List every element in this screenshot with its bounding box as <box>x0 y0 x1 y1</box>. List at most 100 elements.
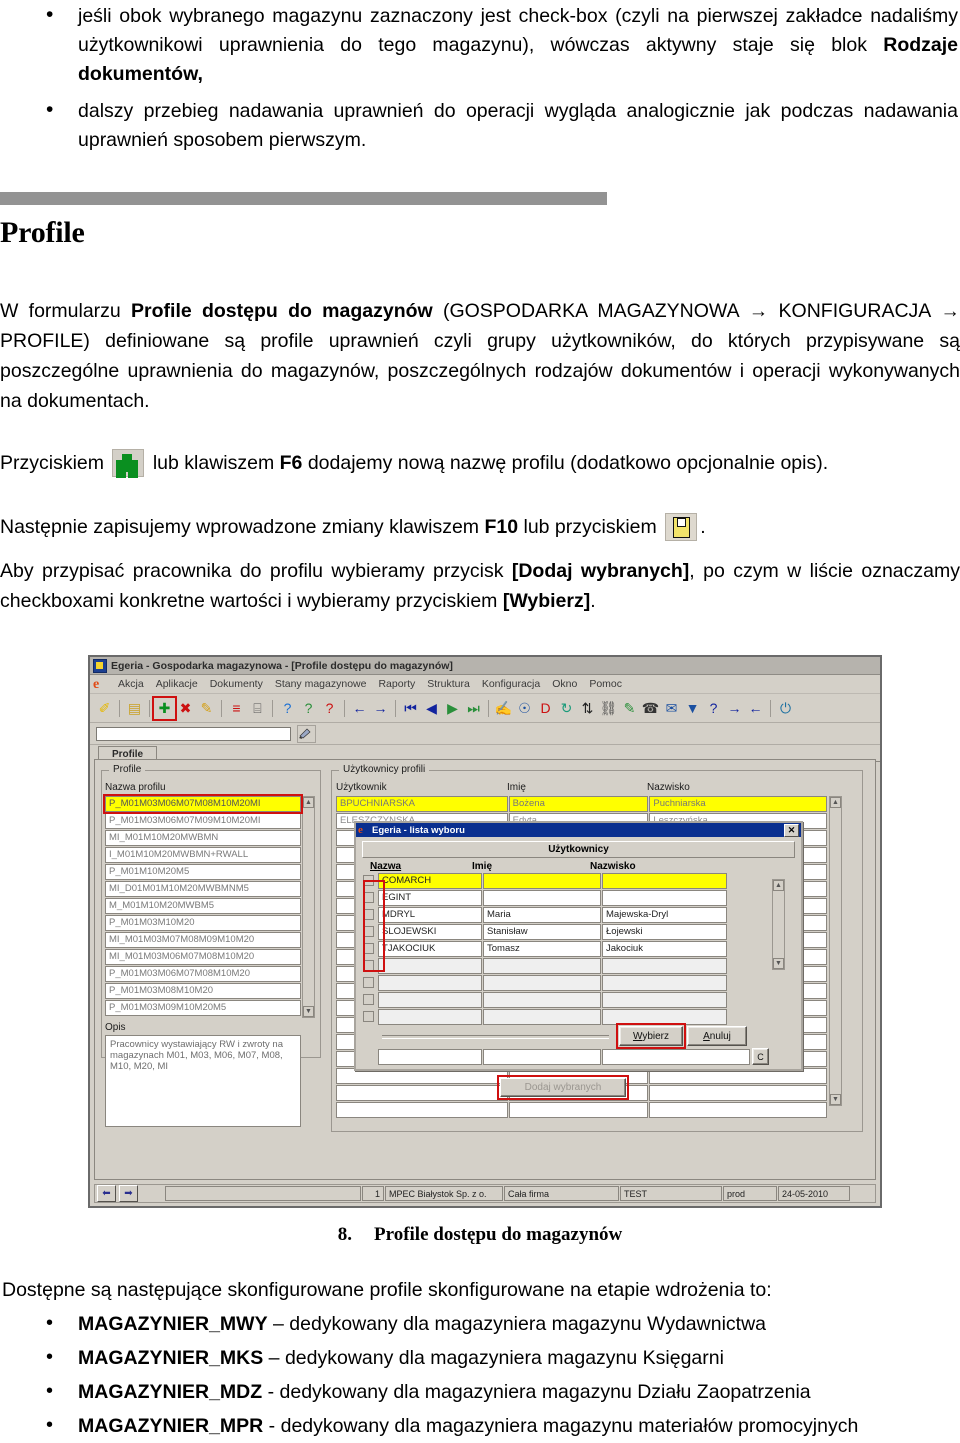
row-checkbox[interactable] <box>363 892 374 903</box>
pin-icon[interactable]: ✐ <box>95 699 114 718</box>
profile-list-item[interactable]: P_M01M03M08M10M20 <box>105 983 301 999</box>
profile-list-item[interactable]: MI_M01M10M20MWBMN <box>105 830 301 846</box>
dialog-row[interactable]: COMARCH <box>362 873 795 889</box>
mail-icon[interactable]: ✉ <box>662 699 681 718</box>
save-icon[interactable]: ▤ <box>125 699 144 718</box>
next-record-icon[interactable]: ▶ <box>443 699 462 718</box>
dialog-cell-empty[interactable] <box>483 975 601 991</box>
profile-list-item[interactable]: MI_D01M01M10M20MWBMNM5 <box>105 881 301 897</box>
dialog-cell-imie[interactable]: Stanisław <box>483 924 601 940</box>
dialog-cell-empty[interactable] <box>378 975 482 991</box>
menu-item-stany-magazynowe[interactable]: Stany magazynowe <box>269 678 373 690</box>
query-count-icon[interactable]: ? <box>320 699 339 718</box>
users-cell-empty[interactable] <box>649 1102 827 1118</box>
row-checkbox[interactable] <box>363 875 374 886</box>
dialog-cell-empty[interactable] <box>483 1009 601 1025</box>
document-icon[interactable]: D <box>536 699 555 718</box>
menu-item-akcja[interactable]: Akcja <box>112 678 150 690</box>
dialog-row[interactable]: SLOJEWSKI Stanisław Łojewski <box>362 924 795 940</box>
opis-textarea[interactable]: Pracownicy wystawiający RW i zwroty na m… <box>105 1035 301 1127</box>
dialog-cell-empty[interactable] <box>483 958 601 974</box>
dialog-cell-empty[interactable] <box>378 958 482 974</box>
dialog-cell-empty[interactable] <box>602 975 727 991</box>
dialog-row[interactable]: MDRYL Maria Majewska-Dryl <box>362 907 795 923</box>
delete-record-icon[interactable]: ✖ <box>176 699 195 718</box>
dialog-cell-empty[interactable] <box>602 958 727 974</box>
profile-list-item[interactable]: P_M01M10M20M5 <box>105 864 301 880</box>
users-cell-uzytkownik[interactable]: BPUCHNIARSKA <box>336 796 508 812</box>
menu-item-dokumenty[interactable]: Dokumenty <box>204 678 269 690</box>
scroll-up-arrow-icon[interactable]: ▲ <box>830 797 841 808</box>
profile-list-item[interactable]: P_M01M03M06M07M08M10M20 <box>105 966 301 982</box>
scroll-up-arrow-icon[interactable]: ▲ <box>773 880 784 891</box>
profile-list-scrollbar[interactable]: ▲ ▼ <box>302 796 315 1018</box>
dialog-cell-imie[interactable] <box>483 890 601 906</box>
dialog-cell-nazwisko[interactable] <box>602 873 727 889</box>
forward-icon[interactable]: → <box>725 699 744 718</box>
dialog-cell-imie[interactable]: Tomasz <box>483 941 601 957</box>
profile-list-item[interactable]: MI_M01M03M06M07M08M10M20 <box>105 949 301 965</box>
notes-icon[interactable]: ✍ <box>494 699 513 718</box>
users-cell-empty[interactable] <box>336 1085 508 1101</box>
last-record-icon[interactable]: ⏭ <box>464 699 483 718</box>
menu-item-konfiguracja[interactable]: Konfiguracja <box>476 678 546 690</box>
profile-list-item[interactable]: P_M01M03M06M07M09M10M20MI <box>105 813 301 829</box>
prev-page-icon[interactable]: ⬅ <box>97 1185 116 1202</box>
search-input[interactable] <box>96 726 291 741</box>
dialog-cell-nazwisko[interactable]: Łojewski <box>602 924 727 940</box>
row-checkbox[interactable] <box>363 943 374 954</box>
c-button[interactable]: C <box>752 1048 769 1065</box>
users-cell-empty[interactable] <box>508 1102 649 1118</box>
dialog-entry-row[interactable] <box>378 1049 766 1065</box>
row-checkbox[interactable] <box>363 1011 374 1022</box>
first-record-icon[interactable]: ⏮ <box>401 699 420 718</box>
users-cell-nazwisko[interactable]: Puchniarska <box>649 796 827 812</box>
entry-nazwisko[interactable] <box>602 1049 750 1065</box>
refresh-icon[interactable]: ↻ <box>557 699 576 718</box>
select-button[interactable]: Wybierz <box>616 1023 686 1049</box>
users-cell-imie[interactable]: Bożena <box>508 796 649 812</box>
dialog-cell-empty[interactable] <box>378 992 482 1008</box>
hierarchy-icon[interactable]: ⛓ <box>599 699 618 718</box>
prev-block-icon[interactable]: ← <box>350 699 369 718</box>
exit-icon[interactable]: ⏻ <box>776 699 795 718</box>
dialog-row-list[interactable]: COMARCH EGINT MDRYL Maria Majewska-Dryl SLOJE… <box>362 873 795 1025</box>
add-record-icon[interactable]: ✚ <box>152 695 177 721</box>
add-selected-button[interactable]: Dodaj wybranych <box>497 1075 629 1100</box>
dialog-cell-nazwa[interactable]: TJAKOCIUK <box>378 941 482 957</box>
dialog-row[interactable]: EGINT <box>362 890 795 906</box>
sort-icon[interactable]: ⇅ <box>578 699 597 718</box>
dialog-row[interactable] <box>362 958 795 974</box>
row-checkbox[interactable] <box>363 994 374 1005</box>
users-grid-row[interactable] <box>336 1102 828 1118</box>
help-icon[interactable]: ? <box>704 699 723 718</box>
profile-list[interactable]: P_M01M03M06M07M08M10M20MI P_M01M03M06M07M… <box>103 794 303 1017</box>
scroll-down-arrow-icon[interactable]: ▼ <box>773 958 784 969</box>
dialog-row[interactable] <box>362 975 795 991</box>
dialog-cell-empty[interactable] <box>378 1009 482 1025</box>
entry-nazwa[interactable] <box>378 1049 482 1065</box>
entry-imie[interactable] <box>483 1049 601 1065</box>
row-checkbox[interactable] <box>363 926 374 937</box>
dialog-cell-nazwisko[interactable]: Jakociuk <box>602 941 727 957</box>
users-grid-scrollbar[interactable]: ▲ ▼ <box>829 796 842 1106</box>
menu-item-okno[interactable]: Okno <box>546 678 583 690</box>
menu-item-struktura[interactable]: Struktura <box>421 678 476 690</box>
next-page-icon[interactable]: ➡ <box>119 1185 138 1202</box>
profile-list-item[interactable]: MI_M01M03M07M08M09M10M20 <box>105 932 301 948</box>
attach-icon[interactable]: ☉ <box>515 699 534 718</box>
users-cell-empty[interactable] <box>649 1085 827 1101</box>
dialog-cell-nazwa[interactable]: MDRYL <box>378 907 482 923</box>
dialog-cell-nazwisko[interactable] <box>602 890 727 906</box>
menu-item-aplikacje[interactable]: Aplikacje <box>150 678 204 690</box>
cancel-button[interactable]: Anuluj <box>687 1026 747 1046</box>
edit-record-icon[interactable]: ✎ <box>197 699 216 718</box>
scroll-up-arrow-icon[interactable]: ▲ <box>303 797 314 808</box>
users-grid-row[interactable]: BPUCHNIARSKA Bożena Puchniarska <box>336 796 828 812</box>
dialog-cell-empty[interactable] <box>602 992 727 1008</box>
menu-item-pomoc[interactable]: Pomoc <box>583 678 628 690</box>
menu-item-raporty[interactable]: Raporty <box>372 678 421 690</box>
dialog-cell-imie[interactable] <box>483 873 601 889</box>
filter-apply-icon[interactable] <box>297 724 316 743</box>
back-icon[interactable]: ← <box>746 699 765 718</box>
